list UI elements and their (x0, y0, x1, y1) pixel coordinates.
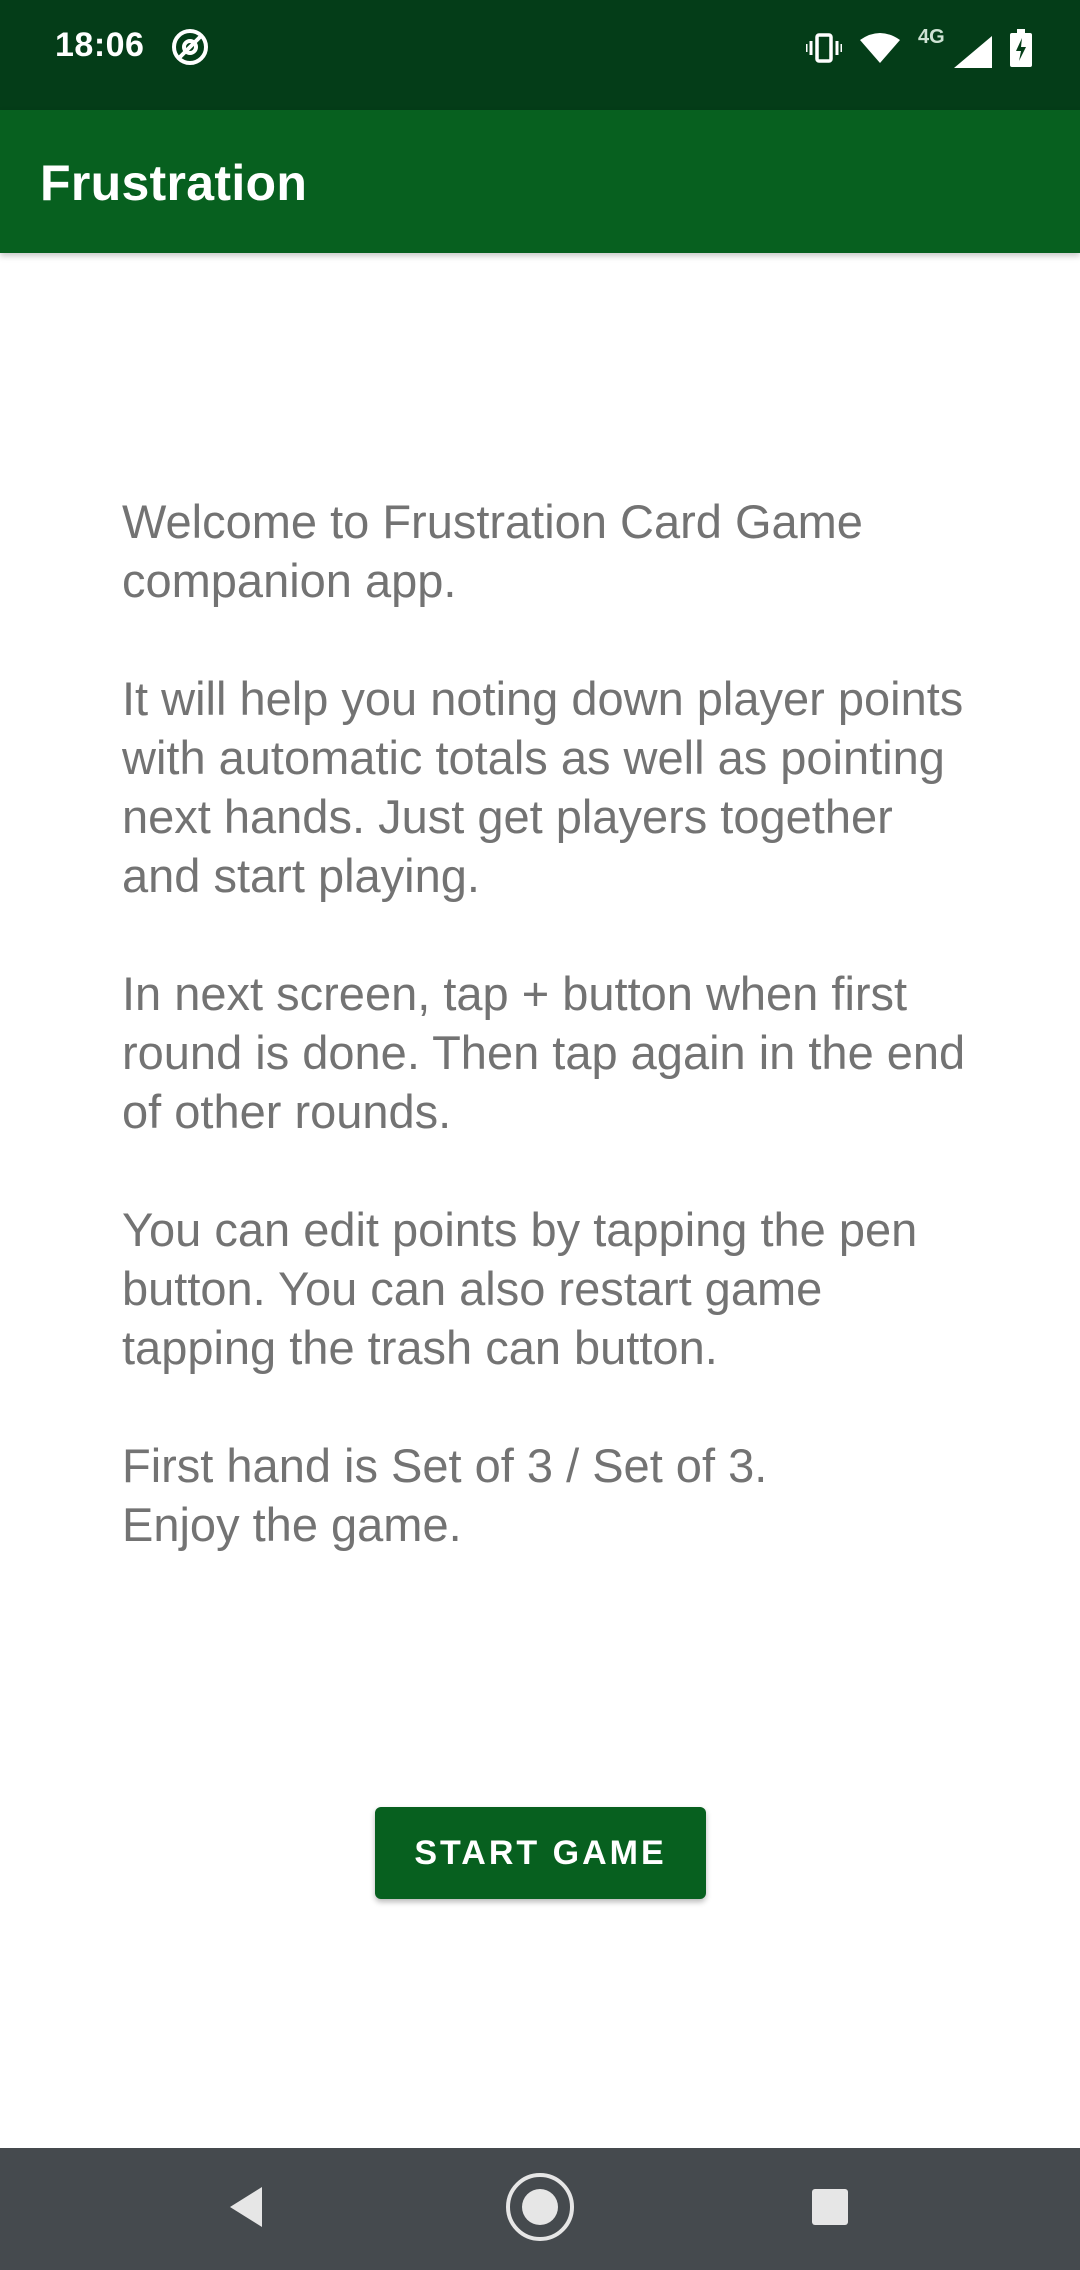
back-button[interactable] (186, 2148, 306, 2270)
instructions-paragraph: In next screen, tap + button when first … (122, 967, 966, 1138)
welcome-paragraph: Welcome to Frustration Card Game compani… (122, 495, 863, 607)
intro-text: Welcome to Frustration Card Game compani… (122, 492, 982, 1613)
home-button[interactable] (480, 2148, 600, 2270)
app-title: Frustration (40, 155, 308, 211)
battery-charging-icon (1010, 29, 1032, 67)
wifi-icon (860, 32, 900, 64)
status-icons: 4G (806, 26, 1032, 70)
status-bar: 18:06 4G (0, 0, 1080, 110)
cell-signal-icon: 4G (918, 26, 992, 70)
recents-button[interactable] (770, 2148, 890, 2270)
edit-paragraph: You can edit points by tapping the pen b… (122, 1203, 918, 1374)
first-hand-paragraph: First hand is Set of 3 / Set of 3. Enjoy… (122, 1439, 768, 1551)
app-bar: Frustration (0, 110, 1080, 253)
status-time: 18:06 (55, 26, 145, 64)
start-game-button[interactable]: START GAME (375, 1807, 706, 1899)
vibrate-icon (806, 33, 842, 63)
recents-icon (810, 2187, 850, 2232)
at-sign-icon (170, 27, 210, 67)
help-paragraph: It will help you noting down player poin… (122, 672, 964, 902)
navigation-bar (0, 2148, 1080, 2270)
network-type-label: 4G (918, 26, 945, 48)
home-icon (504, 2171, 576, 2248)
back-icon (226, 2185, 266, 2234)
